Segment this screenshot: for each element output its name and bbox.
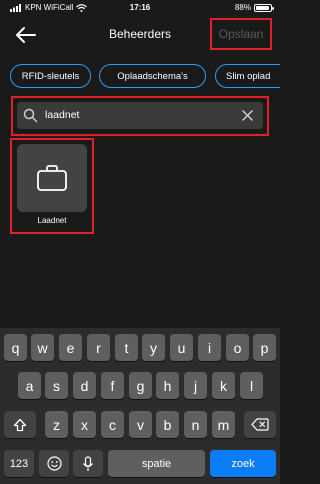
- space-key[interactable]: spatie: [108, 450, 205, 477]
- key-q[interactable]: q: [4, 334, 27, 361]
- result-tile[interactable]: [17, 144, 87, 212]
- save-button[interactable]: Opslaan: [210, 18, 272, 50]
- backspace-icon: [251, 418, 269, 431]
- key-t[interactable]: t: [115, 334, 138, 361]
- key-j[interactable]: j: [184, 372, 207, 399]
- key-o[interactable]: o: [226, 334, 249, 361]
- battery-percent: 88%: [234, 3, 251, 12]
- key-d[interactable]: d: [73, 372, 96, 399]
- key-h[interactable]: h: [156, 372, 179, 399]
- key-s[interactable]: s: [45, 372, 68, 399]
- key-c[interactable]: c: [101, 411, 124, 438]
- numbers-key[interactable]: 123: [4, 450, 34, 477]
- search-value: laadnet: [45, 109, 80, 121]
- chip-oplaadschemas[interactable]: Oplaadschema's: [99, 64, 206, 88]
- status-bar: KPN WiFiCall 17:16 88%: [0, 0, 280, 16]
- key-x[interactable]: x: [73, 411, 96, 438]
- key-m[interactable]: m: [212, 411, 235, 438]
- key-e[interactable]: e: [59, 334, 82, 361]
- key-g[interactable]: g: [129, 372, 152, 399]
- emoji-key[interactable]: [39, 450, 69, 477]
- key-u[interactable]: u: [170, 334, 193, 361]
- chip-rfid[interactable]: RFID-sleutels: [10, 64, 91, 88]
- shift-icon: [13, 418, 27, 431]
- microphone-icon: [83, 455, 93, 471]
- backspace-key[interactable]: [244, 411, 276, 438]
- emoji-icon: [46, 456, 62, 471]
- key-y[interactable]: y: [142, 334, 165, 361]
- status-right: 88%: [234, 3, 274, 12]
- close-icon[interactable]: [240, 108, 255, 123]
- key-r[interactable]: r: [87, 334, 110, 361]
- search-input[interactable]: laadnet: [17, 102, 263, 129]
- chip-slim-opladen[interactable]: Slim oplad: [215, 64, 280, 88]
- briefcase-icon: [37, 165, 67, 191]
- key-b[interactable]: b: [156, 411, 179, 438]
- key-l[interactable]: l: [240, 372, 263, 399]
- key-p[interactable]: p: [253, 334, 276, 361]
- filter-chips: RFID-sleutels Oplaadschema's Slim oplad: [0, 64, 280, 90]
- key-w[interactable]: w: [31, 334, 54, 361]
- dictation-key[interactable]: [73, 450, 103, 477]
- keyboard: q w e r t y u i o p a s d f g h j k l z …: [0, 328, 280, 484]
- search-key[interactable]: zoek: [210, 450, 276, 477]
- key-i[interactable]: i: [198, 334, 221, 361]
- result-label: Laadnet: [37, 216, 67, 225]
- shift-key[interactable]: [4, 411, 36, 438]
- battery-icon: [254, 3, 274, 12]
- key-z[interactable]: z: [45, 411, 68, 438]
- search-icon: [23, 108, 38, 123]
- header: Beheerders Opslaan: [0, 16, 280, 54]
- key-k[interactable]: k: [212, 372, 235, 399]
- key-f[interactable]: f: [101, 372, 124, 399]
- key-a[interactable]: a: [18, 372, 41, 399]
- key-n[interactable]: n: [184, 411, 207, 438]
- key-v[interactable]: v: [129, 411, 152, 438]
